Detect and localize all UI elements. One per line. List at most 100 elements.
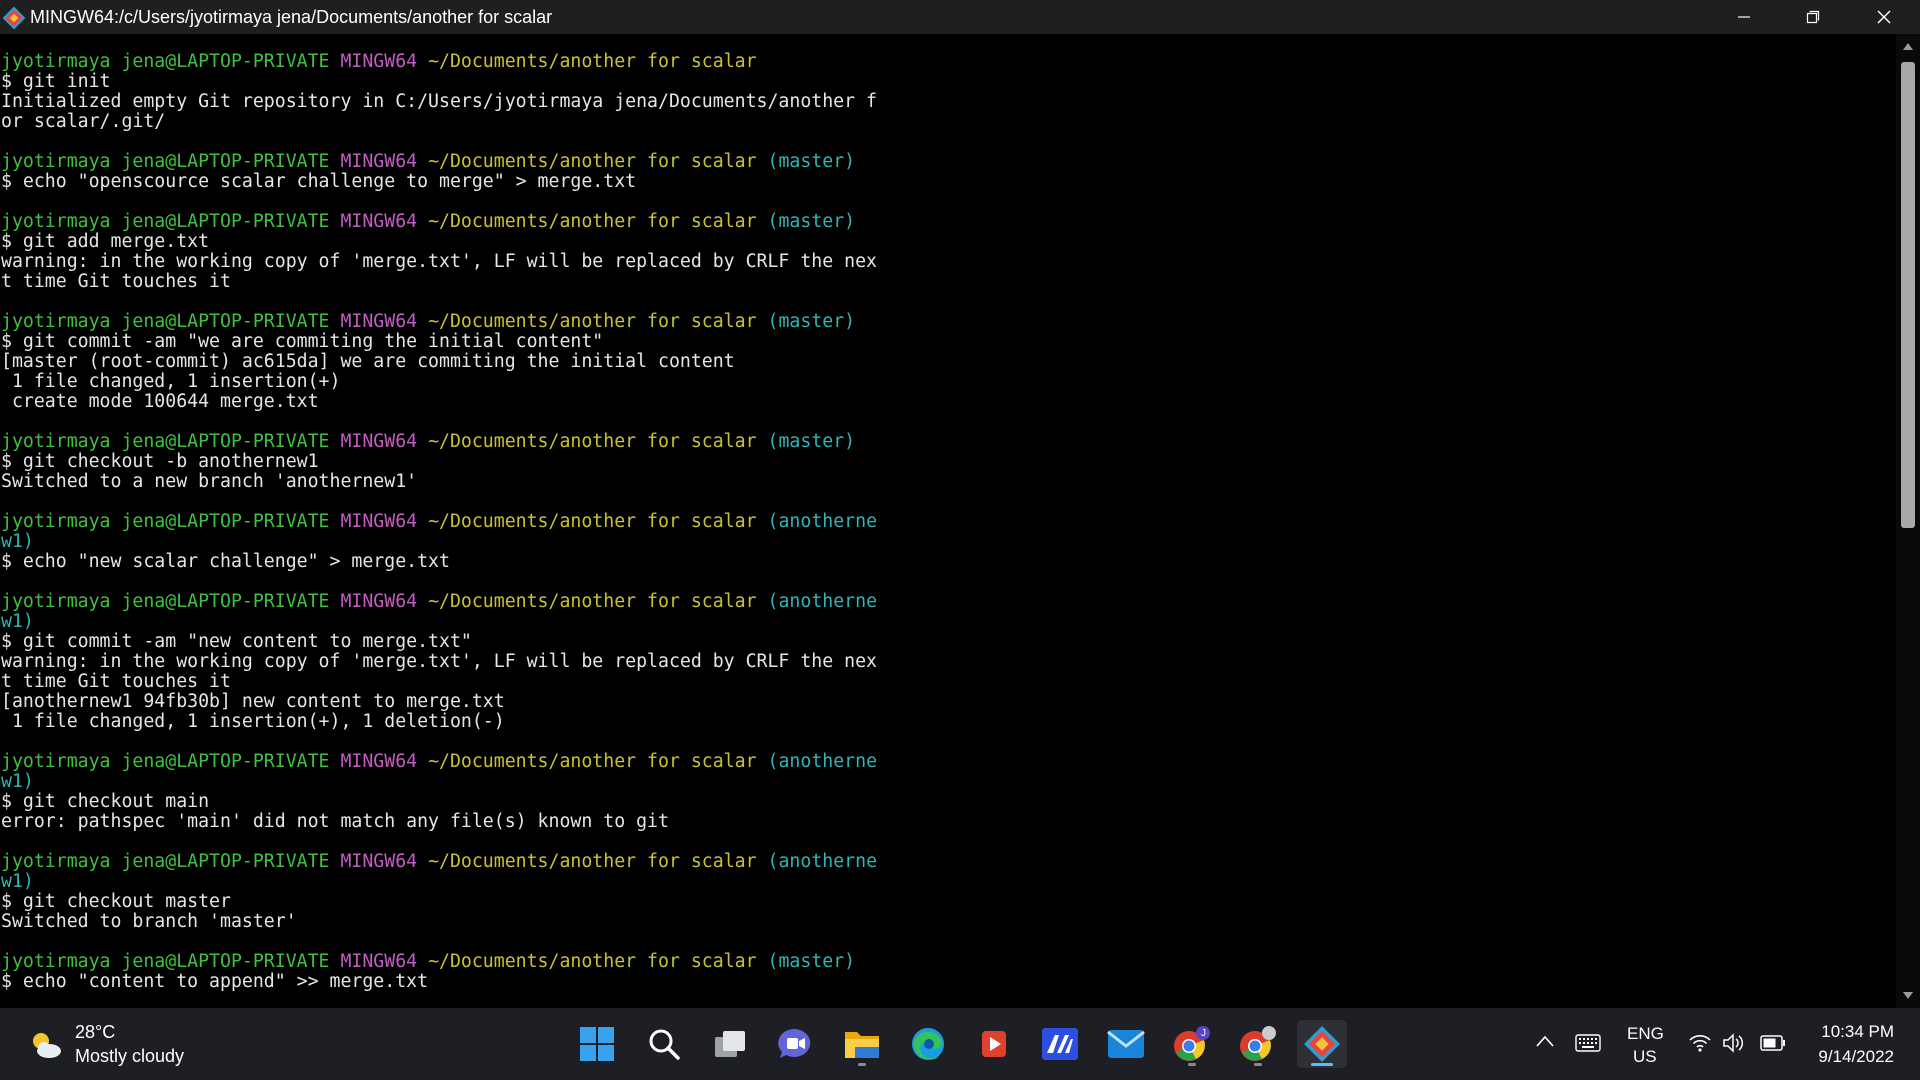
active-indicator <box>1311 1063 1333 1066</box>
running-indicator <box>1254 1063 1262 1066</box>
mail-button[interactable] <box>1101 1020 1151 1068</box>
terminal-text-branch: w1) <box>1 611 34 632</box>
close-button[interactable] <box>1849 0 1919 34</box>
terminal-text-path: ~/Documents/another for scalar <box>428 51 757 72</box>
scroll-thumb[interactable] <box>1901 62 1915 528</box>
terminal-line: jyotirmaya jena@LAPTOP-PRIVATE MINGW64 ~… <box>1 952 877 972</box>
clock-time[interactable]: 10:34 PM <box>1821 1022 1894 1042</box>
terminal-line: jyotirmaya jena@LAPTOP-PRIVATE MINGW64 ~… <box>1 152 877 172</box>
chrome-button[interactable] <box>1233 1020 1283 1068</box>
terminal-line: 1 file changed, 1 insertion(+) <box>1 372 877 392</box>
folder-icon <box>845 1032 879 1058</box>
terminal-text-path: ~/Documents/another for scalar <box>428 211 768 232</box>
app-icon <box>1042 1028 1078 1060</box>
terminal-line: w1) <box>1 772 877 792</box>
task-view-button[interactable] <box>705 1020 755 1068</box>
terminal-text-out: 1 file changed, 1 insertion(+) <box>1 371 341 392</box>
terminal-text-sys: MINGW64 <box>340 591 429 612</box>
git-bash-taskbar-button[interactable] <box>1297 1020 1347 1068</box>
search-button[interactable] <box>639 1020 689 1068</box>
edge-button[interactable] <box>903 1020 953 1068</box>
terminal-text-branch: (master) <box>767 211 856 232</box>
start-button[interactable] <box>572 1020 622 1068</box>
terminal-text-user: jyotirmaya jena@LAPTOP-PRIVATE <box>1 591 341 612</box>
terminal-output[interactable]: jyotirmaya jena@LAPTOP-PRIVATE MINGW64 ~… <box>0 34 1896 1008</box>
scroll-up-arrow-icon[interactable] <box>1902 42 1914 52</box>
partly-cloudy-icon[interactable] <box>28 1030 64 1060</box>
chat-button[interactable] <box>770 1020 820 1068</box>
terminal-text-sys: MINGW64 <box>340 211 429 232</box>
terminal-text-user: jyotirmaya jena@LAPTOP-PRIVATE <box>1 511 341 532</box>
battery-icon[interactable] <box>1760 1035 1786 1051</box>
terminal-line: $ echo "new scalar challenge" > merge.tx… <box>1 552 877 572</box>
terminal-text-out: $ git commit -am "new content to merge.t… <box>1 631 472 652</box>
terminal-line: $ git commit -am "we are commiting the i… <box>1 332 877 352</box>
taskbar: 28°C Mostly cloudy J ENG US 10:34 PM 9/1… <box>0 1008 1920 1080</box>
terminal-line: $ git checkout -b anothernew1 <box>1 452 877 472</box>
terminal-text-user: jyotirmaya jena@LAPTOP-PRIVATE <box>1 851 341 872</box>
chevron-up-icon[interactable] <box>1535 1034 1555 1048</box>
terminal-text-path: ~/Documents/another for scalar <box>428 851 768 872</box>
terminal-text-out: Initialized empty Git repository in C:/U… <box>1 91 877 112</box>
vertical-scrollbar[interactable] <box>1896 34 1920 1008</box>
terminal-line: create mode 100644 merge.txt <box>1 392 877 412</box>
terminal-text-sys: MINGW64 <box>340 51 429 72</box>
git-bash-icon <box>1304 1026 1340 1062</box>
terminal-line: jyotirmaya jena@LAPTOP-PRIVATE MINGW64 ~… <box>1 432 877 452</box>
terminal-line: jyotirmaya jena@LAPTOP-PRIVATE MINGW64 ~… <box>1 752 877 772</box>
weather-temperature[interactable]: 28°C <box>75 1022 115 1043</box>
running-indicator <box>1188 1063 1196 1066</box>
terminal-line: w1) <box>1 872 877 892</box>
terminal-text-out: $ echo "openscource scalar challenge to … <box>1 171 637 192</box>
terminal-line: $ echo "content to append" >> merge.txt <box>1 972 877 992</box>
terminal-text-out: warning: in the working copy of 'merge.t… <box>1 251 877 272</box>
keyboard-icon[interactable] <box>1575 1034 1601 1052</box>
restore-button[interactable] <box>1778 0 1848 34</box>
window-title-bar[interactable]: MINGW64:/c/Users/jyotirmaya jena/Documen… <box>0 0 1920 34</box>
terminal-line: $ echo "openscource scalar challenge to … <box>1 172 877 192</box>
region-indicator[interactable]: US <box>1633 1047 1657 1067</box>
task-view-icon <box>715 1031 745 1057</box>
media-player-button[interactable] <box>969 1020 1019 1068</box>
terminal-text-out: t time Git touches it <box>1 671 231 692</box>
terminal-text-out: $ git checkout main <box>1 791 210 812</box>
file-explorer-button[interactable] <box>837 1020 887 1068</box>
terminal-text-path: ~/Documents/another for scalar <box>428 311 768 332</box>
terminal-text-out: Switched to a new branch 'anothernew1' <box>1 471 418 492</box>
terminal-line: w1) <box>1 612 877 632</box>
terminal-text-branch: (master) <box>767 951 856 972</box>
minimize-button[interactable] <box>1709 0 1779 34</box>
terminal-line: warning: in the working copy of 'merge.t… <box>1 252 877 272</box>
wifi-icon[interactable] <box>1689 1033 1711 1053</box>
terminal-line: Switched to branch 'master' <box>1 912 877 932</box>
terminal-text-out: or scalar/.git/ <box>1 111 166 132</box>
windows-start-icon <box>580 1027 614 1061</box>
running-indicator <box>858 1063 866 1066</box>
terminal-text-out: [anothernew1 94fb30b] new content to mer… <box>1 691 505 712</box>
terminal-text-user: jyotirmaya jena@LAPTOP-PRIVATE <box>1 431 341 452</box>
terminal-text-sys: MINGW64 <box>340 751 429 772</box>
volume-icon[interactable] <box>1722 1032 1746 1054</box>
scroll-down-arrow-icon[interactable] <box>1902 990 1914 1000</box>
terminal-text-branch: (anotherne <box>767 751 878 772</box>
clock-date[interactable]: 9/14/2022 <box>1818 1047 1894 1067</box>
mail-icon <box>1107 1030 1145 1058</box>
app-button[interactable] <box>1035 1020 1085 1068</box>
chrome-profile-button[interactable]: J <box>1167 1020 1217 1068</box>
weather-condition[interactable]: Mostly cloudy <box>75 1046 184 1067</box>
terminal-line: $ git add merge.txt <box>1 232 877 252</box>
chrome-icon <box>1240 1026 1276 1061</box>
terminal-line: $ git init <box>1 72 877 92</box>
terminal-line: $ git checkout master <box>1 892 877 912</box>
terminal-text-branch: w1) <box>1 771 34 792</box>
terminal-line: Switched to a new branch 'anothernew1' <box>1 472 877 492</box>
terminal-text-sys: MINGW64 <box>340 511 429 532</box>
search-icon <box>649 1029 680 1060</box>
terminal-line: error: pathspec 'main' did not match any… <box>1 812 877 832</box>
terminal-text-path: ~/Documents/another for scalar <box>428 151 768 172</box>
language-indicator[interactable]: ENG <box>1627 1024 1664 1044</box>
